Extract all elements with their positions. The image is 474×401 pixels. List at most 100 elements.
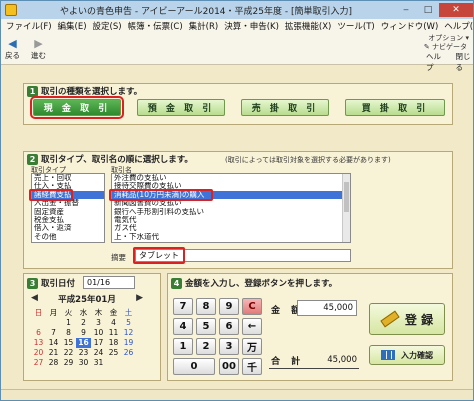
calendar-day[interactable]: 14	[46, 338, 61, 348]
calendar-day[interactable]: 15	[61, 338, 76, 348]
deposit-transaction-button[interactable]: 預 金 取 引	[137, 99, 225, 116]
section2-heading: 2 取引タイプ、取引名の順に選択します。	[27, 153, 193, 165]
calendar-day[interactable]: 2	[76, 318, 91, 328]
calendar-grid: 日月火水木金土 1 2 3 4 5 6 7 8 9 10 11 12 13 14 15 16 17 18 19 20 21…	[31, 308, 143, 368]
help-button[interactable]: ヘルプ	[426, 51, 444, 73]
maximize-button[interactable]: □	[417, 3, 439, 17]
calendar-day[interactable]: 31	[91, 358, 106, 368]
next-month-icon[interactable]: ▶	[136, 293, 143, 303]
menu-extensions[interactable]: 拡張機能(X)	[282, 20, 334, 32]
digit-8-key[interactable]: 8	[196, 298, 216, 315]
selected-type-highlight	[29, 189, 73, 201]
receivable-transaction-button[interactable]: 売 掛 取 引	[241, 99, 329, 116]
list-item[interactable]: 借入・返済	[32, 224, 104, 232]
calendar-day[interactable]: 19	[121, 338, 136, 348]
section4-heading: 4 金額を入力し、登録ボタンを押します。	[171, 277, 337, 289]
calendar-day[interactable]: 17	[91, 338, 106, 348]
transaction-name-list[interactable]: 外注費の支払い 接待交際費の支払い 消耗品(10万円未満)の購入 新聞図書費の支…	[111, 173, 351, 243]
menu-edit[interactable]: 編集(E)	[55, 20, 90, 32]
calendar-day[interactable]: 8	[61, 328, 76, 338]
back-button[interactable]: ◀ 戻る	[5, 36, 20, 61]
digit-4-key[interactable]: 4	[173, 318, 193, 335]
sen-key[interactable]: 千	[242, 358, 262, 375]
digit-2-key[interactable]: 2	[196, 338, 216, 355]
transaction-type-list[interactable]: 売上・回収 仕入・支払 諸経費支払 入出金・振替 固定資産 税金支払 借入・返済…	[31, 173, 105, 243]
minimize-button[interactable]: ‒	[395, 3, 417, 17]
calendar-day[interactable]: 4	[106, 318, 121, 328]
digit-5-key[interactable]: 5	[196, 318, 216, 335]
calendar-title: 平成25年01月	[58, 295, 116, 305]
calendar-day[interactable]: 11	[106, 328, 121, 338]
weekday-header: 月	[49, 308, 58, 317]
calendar-day[interactable]: 13	[31, 338, 46, 348]
scrollbar-thumb[interactable]	[344, 182, 349, 212]
calendar-day[interactable]: 28	[46, 358, 61, 368]
man-key[interactable]: 万	[242, 338, 262, 355]
clear-key[interactable]: C	[242, 298, 262, 315]
digit-0-key[interactable]: 0	[173, 358, 215, 375]
calendar-day[interactable]: 1	[61, 318, 76, 328]
calendar-day[interactable]: 27	[31, 358, 46, 368]
backspace-key[interactable]: ←	[242, 318, 262, 335]
register-button[interactable]: 登 録	[369, 303, 445, 335]
calendar-day[interactable]: 3	[91, 318, 106, 328]
list-item[interactable]: 上・下水道代	[112, 233, 350, 241]
calendar-day-selected[interactable]: 16	[76, 338, 91, 348]
cash-transaction-button[interactable]: 現 金 取 引	[30, 96, 124, 119]
calendar-day[interactable]: 9	[76, 328, 91, 338]
calendar-day[interactable]: 24	[91, 348, 106, 358]
calendar-day[interactable]: 20	[31, 348, 46, 358]
menu-closing[interactable]: 決算・申告(K)	[221, 20, 282, 32]
menu-tools[interactable]: ツール(T)	[334, 20, 377, 32]
list-item[interactable]: 外注費の支払い	[112, 174, 350, 182]
calendar-day[interactable]: 18	[106, 338, 121, 348]
calendar-day[interactable]: 6	[31, 328, 46, 338]
menu-window[interactable]: ウィンドウ(W)	[378, 20, 442, 32]
digit-1-key[interactable]: 1	[173, 338, 193, 355]
digit-9-key[interactable]: 9	[219, 298, 239, 315]
list-item[interactable]: 電気代	[112, 216, 350, 224]
digit-3-key[interactable]: 3	[219, 338, 239, 355]
name-list-scrollbar[interactable]	[342, 174, 350, 242]
toolbar-right-group: ヘルプ 閉じる	[426, 51, 473, 73]
menu-reports[interactable]: 集計(R)	[186, 20, 222, 32]
double-zero-key[interactable]: 00	[219, 358, 239, 375]
menu-settings[interactable]: 設定(S)	[90, 20, 125, 32]
list-item[interactable]: 固定資産	[32, 208, 104, 216]
options-label: オプション	[428, 34, 464, 42]
calendar-day[interactable]: 7	[46, 328, 61, 338]
weekday-header: 水	[79, 308, 88, 317]
list-item[interactable]: 売上・回収	[32, 174, 104, 182]
calendar-day[interactable]: 10	[91, 328, 106, 338]
calendar-day[interactable]: 23	[76, 348, 91, 358]
close-view-button[interactable]: 閉じる	[456, 51, 474, 73]
digit-7-key[interactable]: 7	[173, 298, 193, 315]
menu-file[interactable]: ファイル(F)	[3, 20, 55, 32]
calendar-day[interactable]: 12	[121, 328, 136, 338]
calendar-day	[106, 358, 121, 368]
close-button[interactable]: ✕	[439, 3, 473, 17]
amount-input[interactable]: 45,000	[297, 300, 357, 316]
list-item[interactable]: その他	[32, 233, 104, 241]
list-item[interactable]: ガス代	[112, 224, 350, 232]
section2-note: (取引によっては取引対象を選択する必要があります)	[225, 156, 391, 164]
calendar-day[interactable]: 22	[61, 348, 76, 358]
list-item[interactable]: 銀行へ手形割引料の支払い	[112, 208, 350, 216]
weekday-header: 金	[109, 308, 118, 317]
prev-month-icon[interactable]: ◀	[31, 293, 38, 303]
forward-button[interactable]: ▶ 進む	[31, 36, 46, 61]
calendar-day[interactable]: 30	[76, 358, 91, 368]
list-item[interactable]: 税金支払	[32, 216, 104, 224]
calendar-day[interactable]: 26	[121, 348, 136, 358]
menu-books[interactable]: 帳簿・伝票(C)	[125, 20, 186, 32]
section4-number: 4	[171, 277, 182, 289]
payable-transaction-button[interactable]: 買 掛 取 引	[345, 99, 445, 116]
calendar-day[interactable]: 25	[106, 348, 121, 358]
calendar-day[interactable]: 29	[61, 358, 76, 368]
confirm-entries-button[interactable]: 入力確認	[369, 345, 445, 365]
menu-help[interactable]: ヘルプ(H)	[441, 20, 474, 32]
date-input[interactable]: 01/16	[83, 276, 135, 289]
digit-6-key[interactable]: 6	[219, 318, 239, 335]
calendar-day[interactable]: 21	[46, 348, 61, 358]
calendar-day[interactable]: 5	[121, 318, 136, 328]
